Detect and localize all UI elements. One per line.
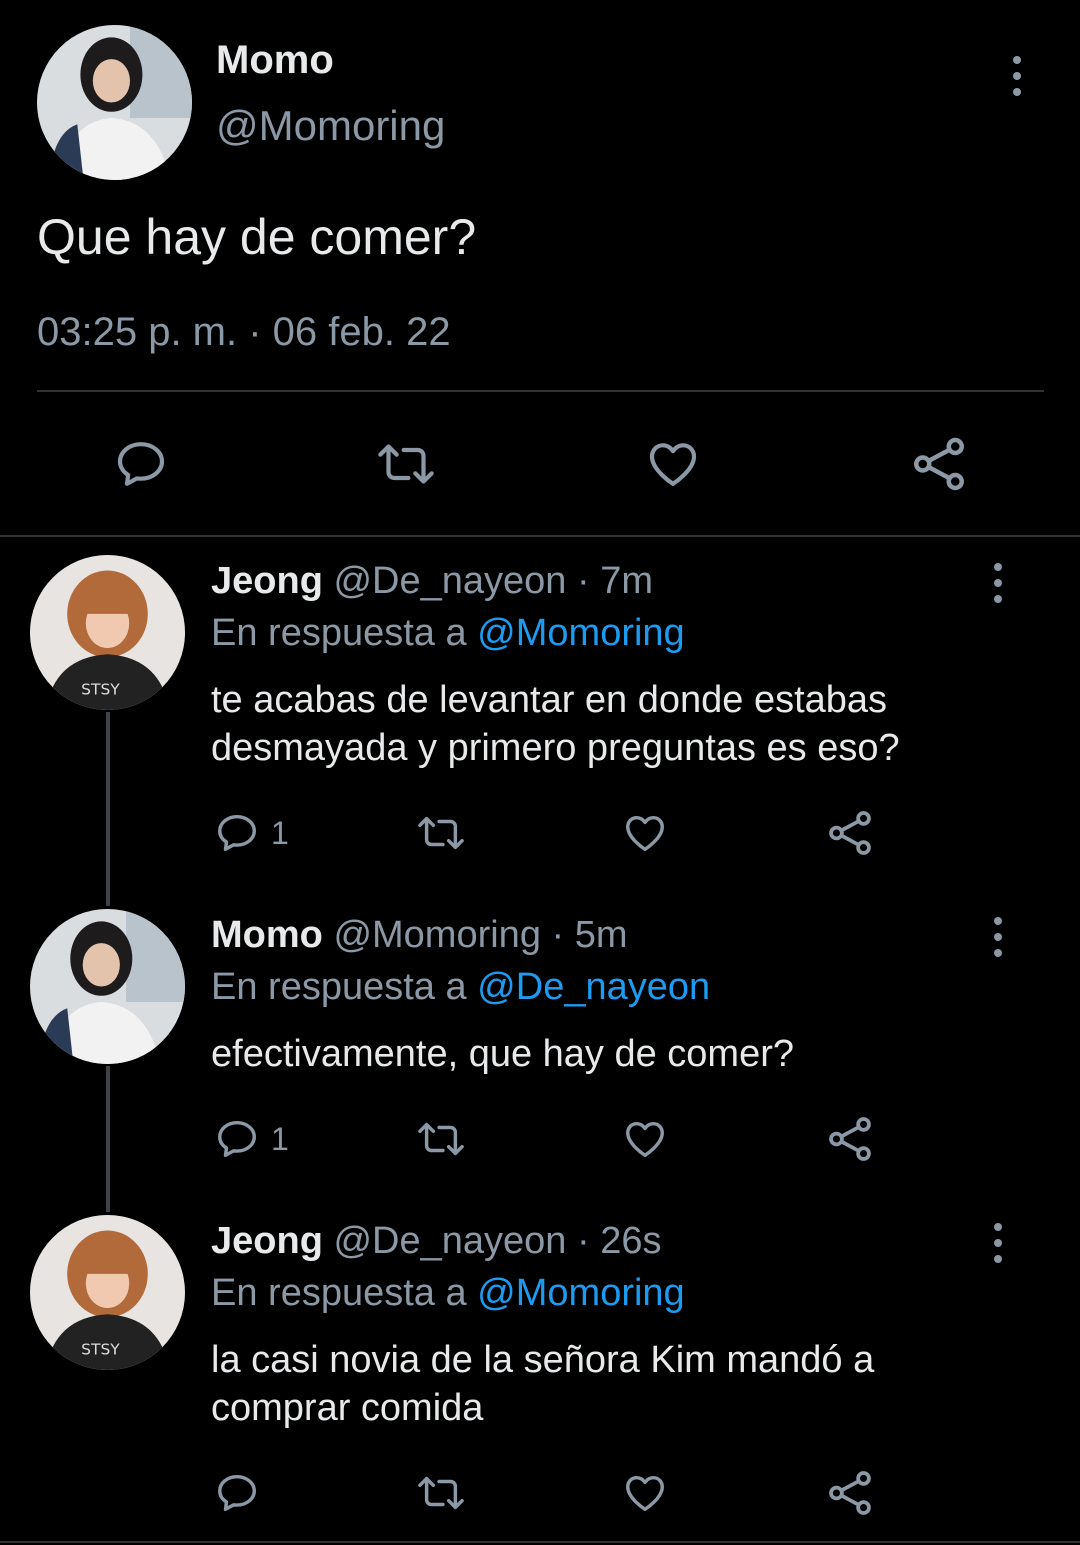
share-icon <box>829 811 871 855</box>
svg-text:STSY: STSY <box>81 681 120 699</box>
reply-button[interactable]: 1 <box>213 1116 289 1162</box>
share-icon <box>829 1471 871 1515</box>
reply-icon <box>218 1120 256 1158</box>
retweet-button[interactable] <box>412 1116 470 1162</box>
main-like-button[interactable] <box>643 436 703 492</box>
more-options-icon[interactable] <box>988 1223 1008 1263</box>
reply-header: Momo @Momoring · 5m <box>211 914 628 957</box>
reply-time: · 26s <box>577 1220 662 1262</box>
like-icon <box>626 1121 664 1158</box>
avatar-jeong[interactable]: STSY <box>30 1215 185 1370</box>
like-button[interactable] <box>620 810 670 856</box>
main-tweet-timestamp[interactable]: 03:25 p. m. · 06 feb. 22 <box>37 310 451 355</box>
reply-to-link[interactable]: @De_nayeon <box>477 966 710 1008</box>
share-button[interactable] <box>825 1114 875 1164</box>
reply-context: En respuesta a @De_nayeon <box>211 966 710 1009</box>
avatar-jeong[interactable]: STSY <box>30 555 185 710</box>
reply-time: · 5m <box>551 914 628 956</box>
divider <box>37 390 1044 392</box>
main-reply-button[interactable] <box>112 436 170 492</box>
like-icon <box>626 1475 664 1512</box>
reply-author-handle[interactable]: @Momoring <box>333 914 541 956</box>
reply-text-line: te acabas de levantar en donde estabas <box>211 679 888 721</box>
thread-line <box>106 1066 110 1212</box>
share-button[interactable] <box>825 808 875 858</box>
reply-text: la casi novia de la señora Kim mandó a c… <box>211 1336 874 1432</box>
main-author-name[interactable]: Momo <box>216 38 334 83</box>
reply-to-link[interactable]: @Momoring <box>477 1272 685 1314</box>
reply-prefix: En respuesta a <box>211 612 467 654</box>
reply-time: · 7m <box>577 560 653 602</box>
retweet-icon <box>418 1476 464 1510</box>
retweet-button[interactable] <box>412 810 470 856</box>
bottom-divider <box>0 1541 1080 1543</box>
share-icon <box>829 1117 871 1161</box>
main-author-handle[interactable]: @Momoring <box>216 102 445 150</box>
retweet-button[interactable] <box>412 1470 470 1516</box>
avatar-jeong-image: STSY <box>30 1215 185 1370</box>
reply-author-handle[interactable]: @De_nayeon <box>333 560 566 602</box>
reply-text-line: comprar comida <box>211 1387 484 1429</box>
main-share-button[interactable] <box>908 434 970 494</box>
avatar-momo-image <box>30 909 185 1064</box>
like-button[interactable] <box>620 1470 670 1516</box>
reply-author-handle[interactable]: @De_nayeon <box>333 1220 566 1262</box>
more-options-icon[interactable] <box>988 563 1008 603</box>
reply-icon <box>117 442 165 486</box>
reply-prefix: En respuesta a <box>211 966 467 1008</box>
avatar-momo-image <box>37 25 192 180</box>
reply-count: 1 <box>271 1120 289 1157</box>
reply-count: 1 <box>271 814 289 851</box>
share-icon <box>914 437 964 491</box>
avatar-momo[interactable] <box>30 909 185 1064</box>
reply-text-line: la casi novia de la señora Kim mandó a <box>211 1339 875 1381</box>
avatar-jeong-image: STSY <box>30 555 185 710</box>
thread-line <box>106 712 110 906</box>
like-icon <box>649 443 697 486</box>
reply-author-name[interactable]: Jeong <box>211 1220 323 1262</box>
reply-button[interactable]: 1 <box>213 810 289 856</box>
reply-author-name[interactable]: Momo <box>211 914 323 956</box>
avatar-momo[interactable] <box>37 25 192 180</box>
reply-to-link[interactable]: @Momoring <box>477 612 685 654</box>
main-retweet-button[interactable] <box>372 436 440 492</box>
reply-button[interactable] <box>213 1470 271 1516</box>
share-button[interactable] <box>825 1468 875 1518</box>
reply-text-line: desmayada y primero preguntas es eso? <box>211 727 900 769</box>
more-options-icon[interactable] <box>1007 56 1027 96</box>
reply-text: te acabas de levantar en donde estabas d… <box>211 676 900 772</box>
main-tweet-text: Que hay de comer? <box>37 209 477 265</box>
reply-header: Jeong @De_nayeon · 26s <box>211 1220 661 1263</box>
retweet-icon <box>378 444 434 484</box>
reply-author-name[interactable]: Jeong <box>211 560 323 602</box>
like-button[interactable] <box>620 1116 670 1162</box>
reply-prefix: En respuesta a <box>211 1272 467 1314</box>
reply-context: En respuesta a @Momoring <box>211 612 685 655</box>
more-options-icon[interactable] <box>988 917 1008 957</box>
retweet-icon <box>418 1122 464 1156</box>
reply-text-line: efectivamente, que hay de comer? <box>211 1033 795 1075</box>
reply-context: En respuesta a @Momoring <box>211 1272 685 1315</box>
reply-text: efectivamente, que hay de comer? <box>211 1030 794 1078</box>
svg-text:STSY: STSY <box>81 1341 120 1359</box>
like-icon <box>626 815 664 852</box>
reply-icon <box>218 1474 256 1512</box>
reply-header: Jeong @De_nayeon · 7m <box>211 560 653 603</box>
reply-icon <box>218 814 256 852</box>
retweet-icon <box>418 816 464 850</box>
section-divider <box>0 535 1080 537</box>
